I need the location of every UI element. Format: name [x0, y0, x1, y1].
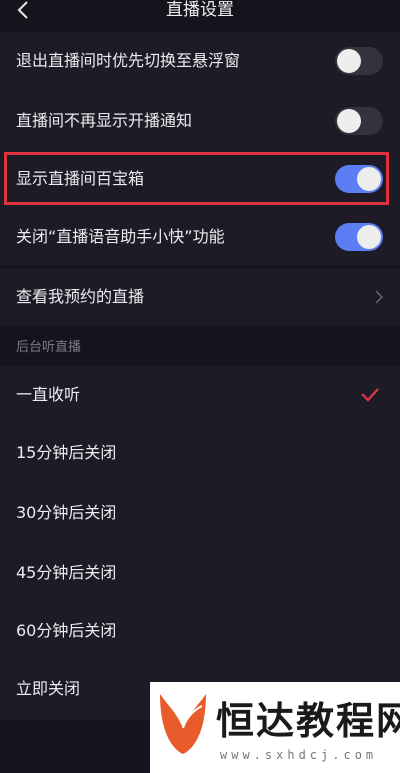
highlight-box	[4, 152, 389, 205]
reservations-row[interactable]: 查看我预约的直播	[0, 268, 400, 326]
setting-label: 关闭“直播语音助手小快”功能	[16, 227, 225, 246]
voice-assistant-toggle[interactable]	[335, 223, 383, 251]
option-label: 30分钟后关闭	[16, 503, 117, 522]
leaf-logo-icon	[160, 694, 206, 754]
option-label: 15分钟后关闭	[16, 443, 117, 462]
background-listen-title: 后台听直播	[16, 340, 82, 355]
background-listen-section: 一直收听 15分钟后关闭 30分钟后关闭 45分钟后关闭 60分钟后关闭 立即关…	[0, 366, 400, 720]
toggle-knob	[337, 49, 361, 73]
setting-row-live-notify: 直播间不再显示开播通知	[0, 92, 400, 150]
reservations-label: 查看我预约的直播	[16, 287, 145, 306]
option-label: 60分钟后关闭	[16, 621, 117, 640]
live-notify-toggle[interactable]	[335, 107, 383, 135]
listen-option-45min[interactable]: 45分钟后关闭	[0, 544, 400, 602]
option-label: 立即关闭	[16, 679, 81, 698]
setting-label: 退出直播间时优先切换至悬浮窗	[16, 51, 241, 70]
listen-option-30min[interactable]: 30分钟后关闭	[0, 484, 400, 542]
watermark-url: www.sxhdcj.com	[220, 748, 378, 762]
option-label: 一直收听	[16, 385, 81, 404]
page-title: 直播设置	[166, 0, 234, 20]
chevron-right-icon	[375, 290, 384, 304]
setting-row-floating-window: 退出直播间时优先切换至悬浮窗	[0, 32, 400, 90]
watermark: 恒达教程网 www.sxhdcj.com	[150, 682, 400, 773]
option-label: 45分钟后关闭	[16, 563, 117, 582]
listen-option-60min[interactable]: 60分钟后关闭	[0, 602, 400, 660]
setting-row-voice-assistant: 关闭“直播语音助手小快”功能	[0, 208, 400, 266]
toggle-knob	[337, 109, 361, 133]
checkmark-icon	[361, 388, 379, 402]
setting-label: 直播间不再显示开播通知	[16, 111, 193, 130]
reservations-section: 查看我预约的直播	[0, 268, 400, 326]
toggle-knob	[357, 225, 381, 249]
listen-option-15min[interactable]: 15分钟后关闭	[0, 424, 400, 482]
header-bar: 直播设置	[0, 0, 400, 24]
floating-window-toggle[interactable]	[335, 47, 383, 75]
watermark-name: 恒达教程网	[216, 699, 400, 743]
toggle-settings-section: 退出直播间时优先切换至悬浮窗 直播间不再显示开播通知 显示直播间百宝箱 关闭“直…	[0, 32, 400, 266]
listen-option-always[interactable]: 一直收听	[0, 366, 400, 424]
